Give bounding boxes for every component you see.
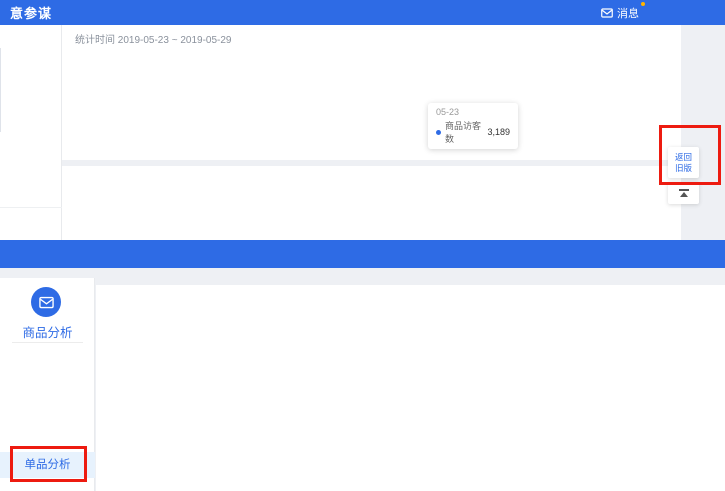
category-sidebar — [0, 25, 62, 240]
sidebar-divider — [12, 342, 83, 343]
sidebar-module-title: 商品分析 — [0, 322, 95, 341]
top-navbar: 意参谋 消息 — [0, 0, 725, 25]
tooltip-series-name: 商品访客数 — [445, 119, 483, 145]
product-sidebar: 商品分析 单品分析 — [0, 278, 95, 491]
badge-dot-icon — [641, 2, 645, 6]
statistics-period-label: 统计时间 2019-05-23 ~ 2019-05-29 — [75, 31, 231, 46]
back-to-top-button[interactable] — [668, 182, 699, 204]
brand-logo: 意参谋 — [10, 3, 52, 22]
mail-icon — [601, 8, 613, 18]
messages-label: 消息 — [617, 5, 639, 21]
sidebar-item-active[interactable]: 单品分析 — [0, 452, 95, 478]
bottom-navbar — [0, 240, 725, 268]
category-dashboard-section: 意参谋 消息 统计时间 2019-05-23 ~ 2019-05-29 05-2… — [0, 0, 725, 240]
series-marker-icon — [436, 130, 441, 135]
back-to-top-icon — [679, 189, 689, 197]
single-product-analysis-panel — [96, 285, 725, 491]
all-products-ranking-card — [62, 166, 681, 240]
messages-button[interactable]: 消息 — [601, 5, 639, 21]
tooltip-value: 3,189 — [487, 127, 510, 137]
back-to-old-version-button[interactable]: 返回 旧版 — [668, 147, 699, 178]
product-analysis-module-icon — [31, 287, 61, 317]
chart-tooltip: 05-23 商品访客数 3,189 — [428, 103, 518, 149]
chart-hover-line — [0, 48, 1, 132]
sidebar-divider — [0, 207, 62, 208]
tooltip-date: 05-23 — [436, 107, 510, 117]
product-analysis-section: 商品分析 单品分析 单品分析 请输入您店铺内商品的关键词、商品ID 或粘贴商品U… — [0, 240, 725, 491]
sycm-dashboard-screenshot: 意参谋 消息 统计时间 2019-05-23 ~ 2019-05-29 05-2… — [0, 0, 725, 491]
